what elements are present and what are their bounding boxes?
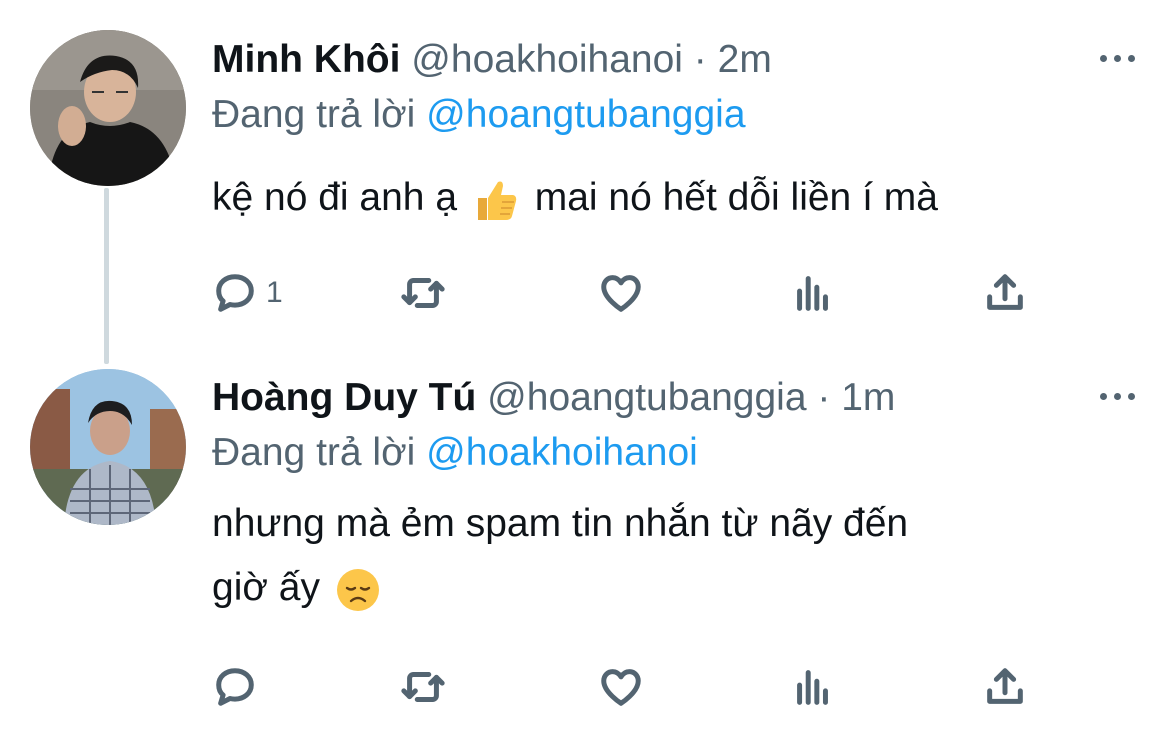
replying-to-label: Đang trả lời	[212, 93, 416, 136]
analytics-icon	[797, 276, 828, 311]
heart-icon	[601, 275, 641, 312]
tweet-text-line-2: giờ ấy	[212, 556, 1112, 620]
reply-count: 1	[266, 276, 283, 309]
retweet-button[interactable]	[400, 662, 446, 712]
analytics-button[interactable]	[790, 662, 836, 712]
reply-button[interactable]: 1	[212, 268, 283, 318]
display-name[interactable]: Hoàng Duy Tú	[212, 376, 476, 419]
tweet-header: Minh Khôi @hoakhoihanoi · 2m	[212, 30, 772, 90]
tweet-text-part: kệ nó đi anh ạ	[212, 176, 458, 219]
mention-link[interactable]: @hoakhoihanoi	[426, 431, 698, 474]
like-button[interactable]	[598, 268, 644, 318]
tweet[interactable]: Hoàng Duy Tú @hoangtubanggia · 1m Đang t…	[0, 356, 1170, 734]
more-options-icon[interactable]	[1098, 386, 1138, 406]
more-options-icon[interactable]	[1098, 48, 1138, 68]
tweet[interactable]: Minh Khôi @hoakhoihanoi · 2m Đang trả lờ…	[0, 0, 1170, 364]
thumbs-up-icon	[472, 176, 520, 224]
disappointed-face-icon	[335, 567, 381, 613]
tweet-text-line: nhưng mà ẻm spam tin nhắn từ nãy đến	[212, 502, 909, 545]
heart-icon	[601, 669, 641, 706]
analytics-icon	[797, 670, 828, 705]
tweet-text: nhưng mà ẻm spam tin nhắn từ nãy đến giờ…	[212, 492, 1112, 620]
avatar[interactable]	[30, 30, 186, 186]
action-bar	[212, 662, 1052, 712]
mention-link[interactable]: @hoangtubanggia	[426, 93, 745, 136]
replying-to: Đang trả lời @hoakhoihanoi	[212, 428, 698, 478]
separator-dot: ·	[817, 376, 831, 419]
username[interactable]: @hoakhoihanoi	[411, 38, 683, 81]
share-icon	[987, 274, 1023, 310]
share-icon	[987, 668, 1023, 704]
action-bar: 1	[212, 268, 1052, 318]
timestamp[interactable]: 2m	[718, 38, 772, 81]
retweet-button[interactable]	[400, 268, 446, 318]
replying-to: Đang trả lời @hoangtubanggia	[212, 90, 746, 140]
retweet-icon	[401, 672, 445, 702]
replying-to-label: Đang trả lời	[212, 431, 416, 474]
avatar[interactable]	[30, 369, 186, 525]
share-button[interactable]	[982, 268, 1028, 318]
separator-dot: ·	[693, 38, 707, 81]
reply-icon	[216, 274, 254, 312]
reply-button[interactable]	[212, 662, 266, 712]
tweet-text: kệ nó đi anh ạ mai nó hết dỗi liền í mà	[212, 166, 1112, 230]
timestamp[interactable]: 1m	[841, 376, 895, 419]
retweet-icon	[401, 278, 445, 308]
analytics-button[interactable]	[790, 268, 836, 318]
tweet-header: Hoàng Duy Tú @hoangtubanggia · 1m	[212, 368, 895, 428]
tweet-text-part: mai nó hết dỗi liền í mà	[534, 176, 938, 219]
reply-icon	[216, 668, 254, 706]
like-button[interactable]	[598, 662, 644, 712]
share-button[interactable]	[982, 662, 1028, 712]
username[interactable]: @hoangtubanggia	[487, 376, 806, 419]
tweet-text-part: giờ ấy	[212, 566, 320, 609]
thread-line	[104, 188, 109, 364]
display-name[interactable]: Minh Khôi	[212, 38, 400, 81]
